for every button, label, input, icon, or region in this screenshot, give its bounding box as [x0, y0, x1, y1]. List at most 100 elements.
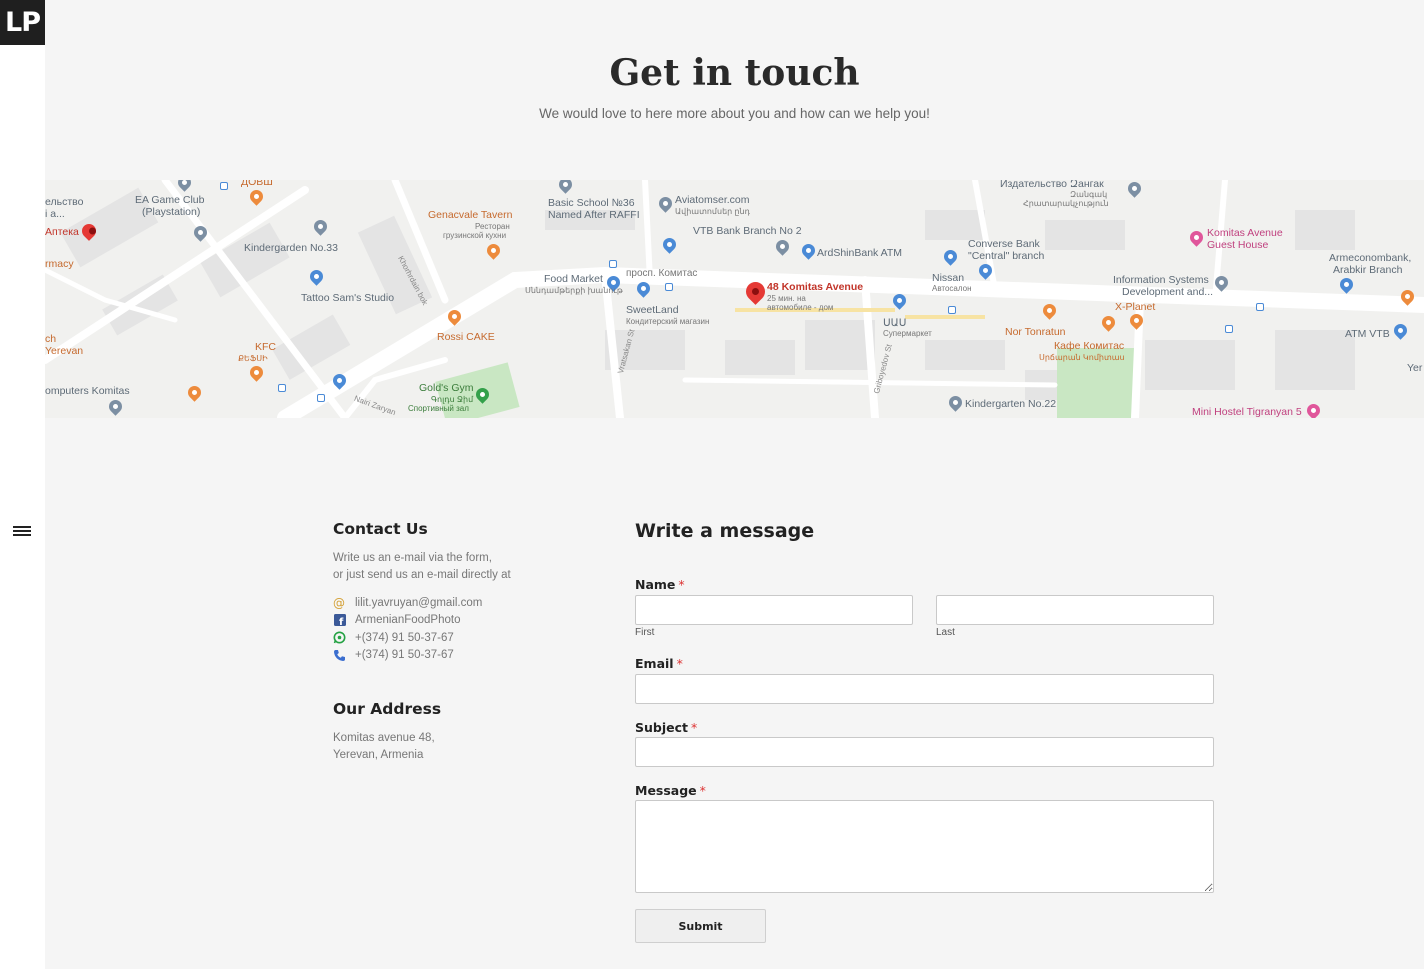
location-map[interactable]: 48 Komitas Avenue 25 мин. на автомобиле …: [45, 180, 1424, 418]
map-label: Аптека: [45, 226, 79, 238]
contact-intro-line: Write us an e-mail via the form,: [333, 552, 492, 564]
message-textarea[interactable]: [635, 800, 1214, 893]
map-label: Հրատարակչություն: [1023, 199, 1109, 208]
contact-intro: Write us an e-mail via the form, or just…: [333, 550, 603, 584]
email-label: Email *: [635, 656, 683, 671]
map-label: ՔԵՖՍԻ: [238, 354, 268, 363]
bus-stop-icon: [220, 182, 228, 190]
contact-intro-line: or just send us an e-mail directly at: [333, 569, 511, 581]
map-label: VTB Bank Branch No 2: [693, 225, 802, 237]
map-label: грузинской кухни: [443, 231, 507, 240]
map-label: omputers Komitas: [45, 385, 130, 397]
subject-label-text: Subject: [635, 720, 688, 735]
contact-info: Contact Us Write us an e-mail via the fo…: [333, 520, 603, 764]
name-label: Name *: [635, 577, 685, 592]
map-label: Սննդամթերքի խանութ: [525, 286, 623, 295]
site-logo[interactable]: LP: [0, 0, 45, 45]
required-marker: *: [699, 783, 706, 798]
message-label: Message *: [635, 783, 706, 798]
map-label: Development and...: [1122, 286, 1214, 298]
page-subtitle: We would love to here more about you and…: [539, 106, 930, 121]
subject-field[interactable]: [635, 737, 1214, 767]
bus-stop-icon: [278, 384, 286, 392]
bus-stop-icon: [1256, 303, 1264, 311]
first-sublabel: First: [635, 627, 655, 638]
map-label: Genacvale Tavern: [428, 209, 513, 221]
map-label: (Playstation): [142, 206, 201, 218]
map-label: KFC: [255, 341, 276, 353]
form-title: Write a message: [635, 520, 815, 542]
message-label-text: Message: [635, 783, 697, 798]
subject-label: Subject *: [635, 720, 697, 735]
address-block: Our Address Komitas avenue 48, Yerevan, …: [333, 700, 603, 764]
map-label: Mini Hostel Tigranyan 5: [1192, 406, 1302, 418]
contact-facebook-text: ArmenianFoodPhoto: [355, 614, 461, 627]
map-label: "Central" branch: [968, 250, 1045, 262]
map-label: Guest House: [1207, 239, 1269, 251]
map-label: Converse Bank: [968, 238, 1040, 250]
last-sublabel: Last: [936, 627, 955, 638]
map-label: Information Systems: [1113, 274, 1209, 286]
address-line: Yerevan, Armenia: [333, 749, 424, 761]
map-label: Food Market: [544, 273, 603, 285]
svg-text:@: @: [333, 596, 345, 609]
map-label: Автосалон: [932, 284, 972, 293]
contact-email[interactable]: @ lilit.yavruyan@gmail.com: [333, 594, 603, 612]
bus-stop-icon: [948, 306, 956, 314]
map-label: Kindergarden No.33: [244, 242, 338, 254]
map-label: ельство: [45, 196, 84, 208]
last-name-input[interactable]: [936, 595, 1214, 625]
submit-button[interactable]: Submit: [635, 909, 766, 943]
contact-phone-text: +(374) 91 50-37-67: [355, 649, 454, 662]
map-label: ch: [45, 333, 57, 345]
map-label: Gold's Gym: [419, 382, 474, 394]
map-label: Yer: [1407, 362, 1423, 374]
email-label-text: Email: [635, 656, 674, 671]
contact-phone[interactable]: +(374) 91 50-37-67: [333, 647, 603, 665]
contact-facebook[interactable]: f ArmenianFoodPhoto: [333, 612, 603, 630]
map-label: Arabkir Branch: [1333, 264, 1403, 276]
map-label: Спортивный зал: [408, 404, 469, 413]
map-label: Yerevan: [45, 345, 84, 357]
map-label: Aviatomser.com: [675, 194, 750, 206]
map-label: ДОВШ: [241, 180, 273, 188]
contact-email-text: lilit.yavruyan@gmail.com: [355, 596, 483, 609]
map-label: ArdShinBank ATM: [817, 247, 903, 259]
map-label: і а...: [45, 208, 65, 220]
map-label: EA Game Club: [135, 194, 205, 206]
map-label: Rossi CAKE: [437, 331, 495, 343]
map-label: Nor Tonratun: [1005, 326, 1066, 338]
map-label: Kindergarten No.22: [965, 398, 1057, 410]
page-title: Get in touch: [609, 52, 860, 94]
marker-subtitle-2: автомобиле - дом: [767, 303, 834, 312]
required-marker: *: [676, 656, 683, 671]
marker-title: 48 Komitas Avenue: [767, 281, 864, 293]
bus-stop-icon: [1225, 325, 1233, 333]
hamburger-menu-icon[interactable]: [13, 526, 31, 538]
map-label: Named After RAFFI: [548, 209, 640, 221]
map-label: Armeconombank,: [1329, 252, 1412, 264]
whatsapp-icon: [333, 631, 346, 644]
map-label: Кафе Комитас: [1054, 340, 1125, 352]
map-label: ATM VTB: [1345, 328, 1390, 340]
phone-icon: [333, 649, 346, 662]
map-label: Ավիատոմսեր ընդ: [675, 207, 750, 216]
facebook-icon: f: [333, 614, 346, 627]
map-label: Basic School №36: [548, 197, 635, 209]
map-label: Սրճարան Կոմիտաս: [1039, 353, 1125, 362]
svg-text:f: f: [339, 617, 344, 626]
at-sign-icon: @: [333, 596, 346, 609]
contact-whatsapp[interactable]: +(374) 91 50-37-67: [333, 629, 603, 647]
map-label: rmacy: [45, 258, 74, 270]
map-label: Кондитерский магазин: [626, 317, 710, 326]
map-label: Komitas Avenue: [1207, 227, 1283, 239]
contact-form: Write a message Name * First Last Email * …: [635, 520, 1215, 943]
email-field[interactable]: [635, 674, 1214, 704]
first-name-input[interactable]: [635, 595, 913, 625]
address-line: Komitas avenue 48,: [333, 732, 435, 744]
map-label: X-Planet: [1115, 301, 1156, 313]
bus-stop-icon: [665, 283, 673, 291]
left-sidebar: LP: [0, 0, 45, 969]
required-marker: *: [678, 577, 685, 592]
address-heading: Our Address: [333, 700, 442, 718]
